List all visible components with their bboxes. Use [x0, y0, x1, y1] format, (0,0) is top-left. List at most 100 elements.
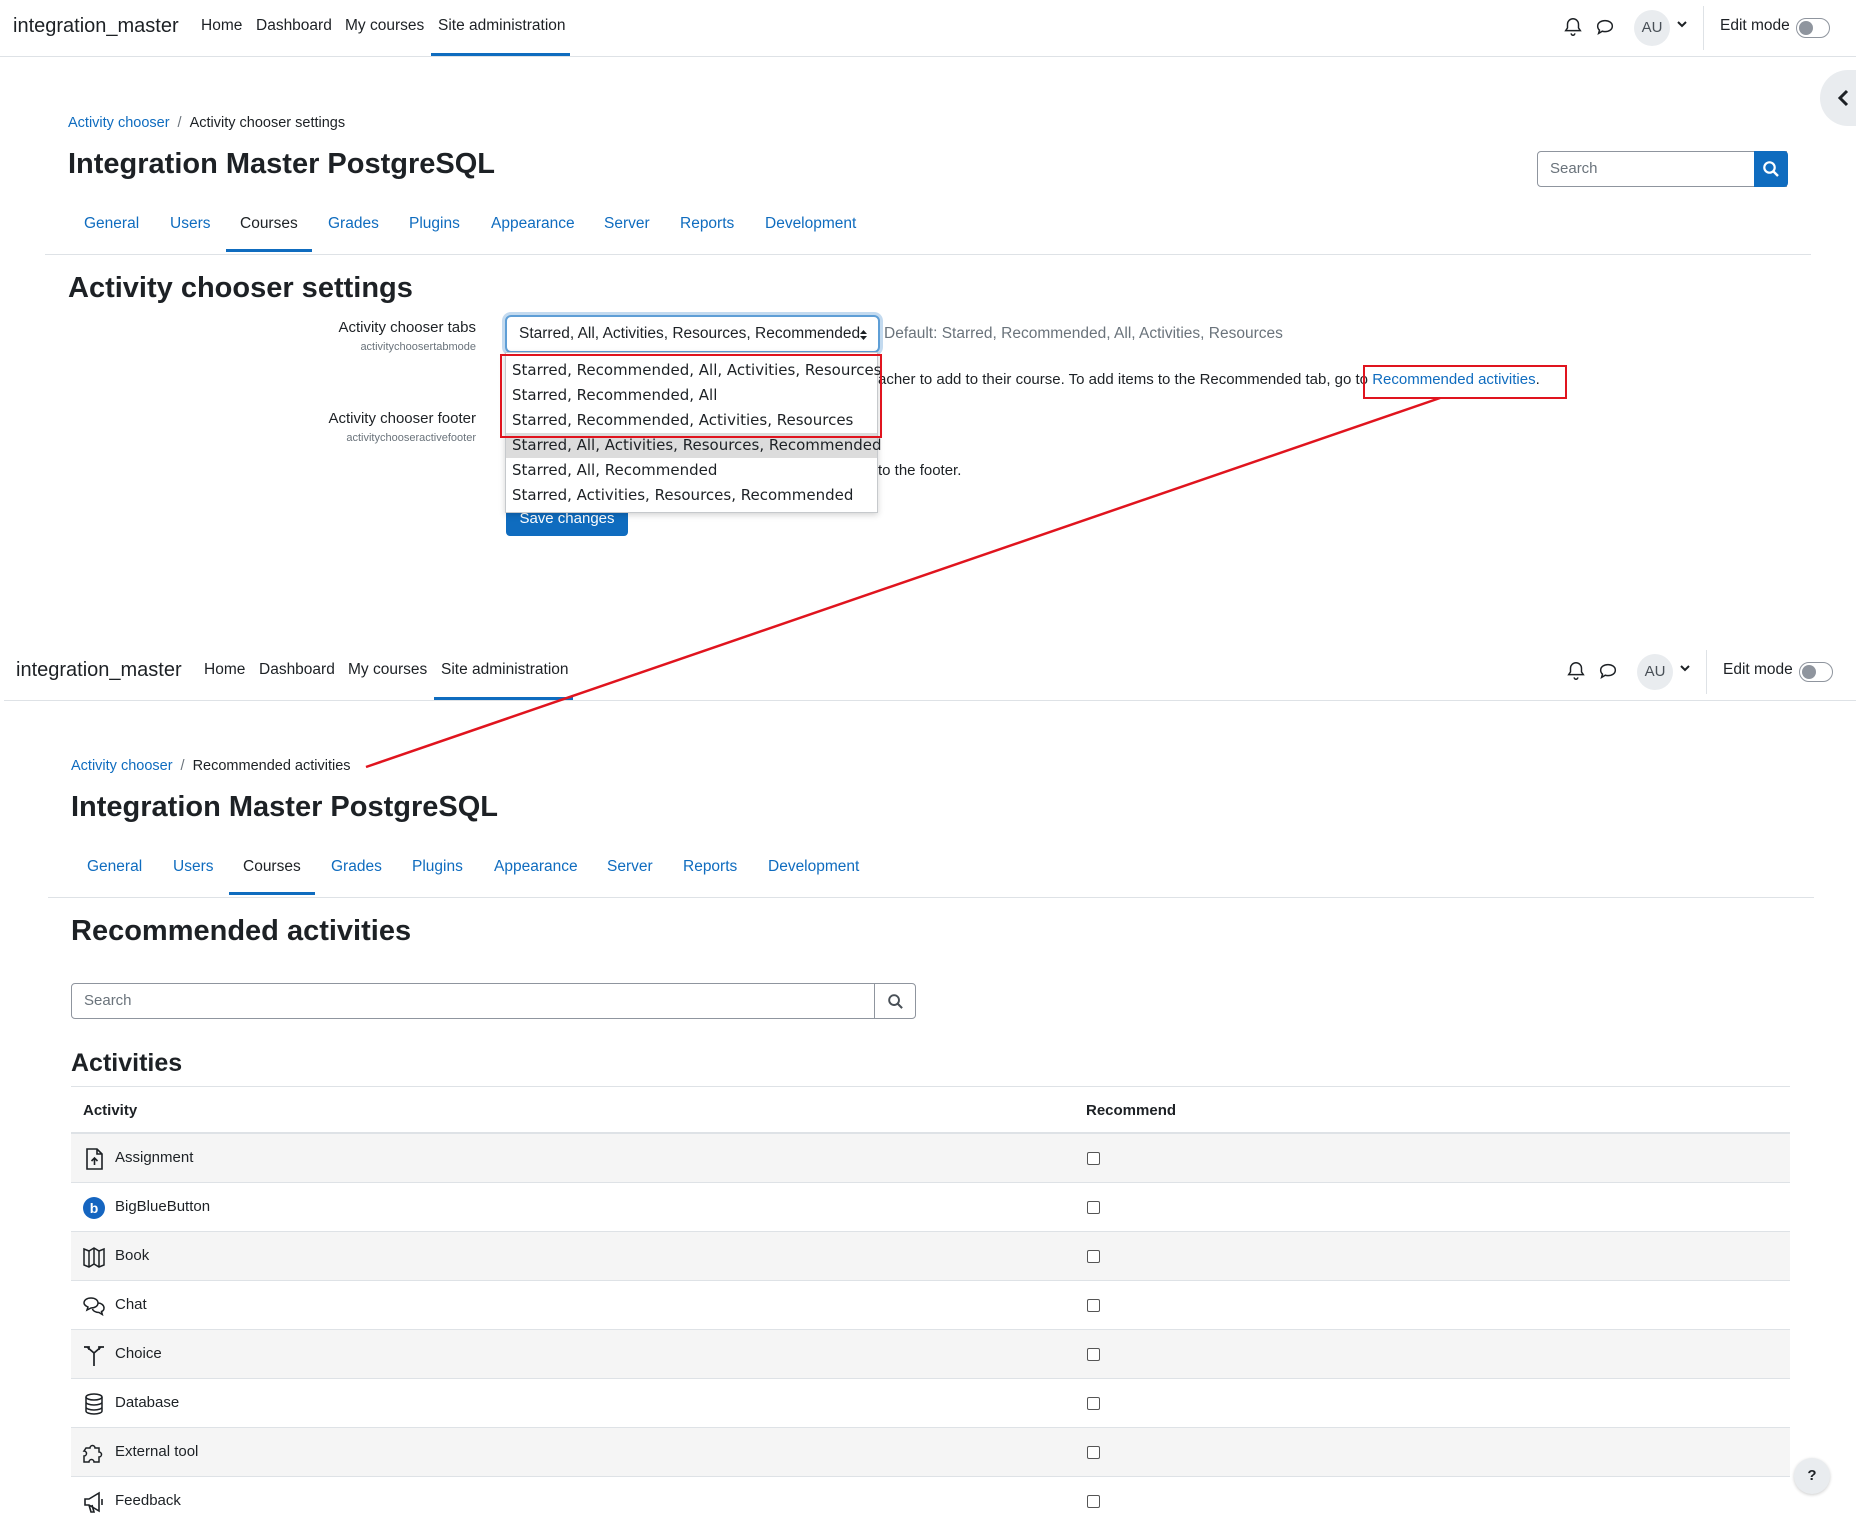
annotation-box-options: [500, 354, 882, 438]
choice-icon: [84, 1346, 104, 1366]
navbar-divider: [1706, 650, 1707, 694]
tab-reports[interactable]: Reports: [680, 215, 734, 233]
activity-name: Choice: [115, 1345, 162, 1362]
search-icon: [1763, 161, 1779, 177]
tab-development[interactable]: Development: [768, 858, 859, 876]
recommend-checkbox[interactable]: [1087, 1495, 1100, 1508]
nav-home[interactable]: Home: [204, 661, 245, 679]
tab-appearance[interactable]: Appearance: [494, 858, 578, 876]
table-row: External tool: [71, 1428, 1790, 1477]
bigbluebutton-icon: b: [83, 1197, 105, 1219]
activity-chooser-tabs-select[interactable]: Starred, All, Activities, Resources, Rec…: [505, 315, 880, 353]
setting-footer-key: activitychooseractivefooter: [346, 432, 476, 444]
recommend-checkbox[interactable]: [1087, 1201, 1100, 1214]
toggle-knob: [1802, 665, 1816, 679]
tab-grades[interactable]: Grades: [328, 215, 379, 233]
site-title: Integration Master PostgreSQL: [71, 791, 499, 823]
select-updown-arrow-icon: [860, 330, 867, 340]
activity-name: Database: [115, 1394, 180, 1411]
select-current-value: Starred, All, Activities, Resources, Rec…: [519, 325, 861, 342]
recommend-checkbox[interactable]: [1087, 1348, 1100, 1361]
nav-my-courses[interactable]: My courses: [348, 661, 427, 679]
database-icon: [85, 1393, 103, 1415]
tab-general[interactable]: General: [87, 858, 142, 876]
breadcrumb-activity-chooser[interactable]: Activity chooser: [71, 758, 173, 774]
activity-name: External tool: [115, 1443, 199, 1460]
table-row: Assignment: [71, 1134, 1790, 1183]
edit-mode-toggle[interactable]: [1799, 662, 1833, 682]
section-title: Activity chooser settings: [68, 272, 413, 304]
tabs-divider: [48, 897, 1814, 898]
tab-plugins[interactable]: Plugins: [409, 215, 460, 233]
activity-name: Feedback: [115, 1492, 181, 1509]
recommended-search-button[interactable]: [874, 983, 916, 1019]
admin-search-input[interactable]: Search: [1537, 151, 1787, 187]
breadcrumb-divider: /: [177, 115, 182, 131]
brand-name[interactable]: integration_master: [16, 659, 182, 682]
toggle-knob: [1799, 21, 1813, 35]
tab-users[interactable]: Users: [173, 858, 213, 876]
breadcrumb: Activity chooser / Recommended activities: [71, 758, 351, 774]
breadcrumb-current: Recommended activities: [192, 758, 351, 774]
admin-search-button[interactable]: [1754, 151, 1788, 187]
breadcrumb-current: Activity chooser settings: [189, 115, 346, 131]
breadcrumb: Activity chooser / Activity chooser settin…: [68, 115, 345, 131]
screenshot-composite: integration_master Home Dashboard My cou…: [0, 0, 1856, 1540]
user-avatar[interactable]: AU: [1637, 654, 1673, 690]
nav-home[interactable]: Home: [201, 17, 242, 35]
svg-text:b: b: [90, 1200, 99, 1216]
messages-icon[interactable]: [1594, 16, 1616, 38]
tab-plugins[interactable]: Plugins: [412, 858, 463, 876]
tab-server[interactable]: Server: [607, 858, 653, 876]
tab-active-indicator: [229, 892, 315, 895]
nav-site-administration[interactable]: Site administration: [438, 17, 566, 35]
drawer-toggle[interactable]: [1820, 70, 1856, 126]
tab-users[interactable]: Users: [170, 215, 210, 233]
tab-active-indicator: [226, 249, 312, 252]
user-avatar[interactable]: AU: [1634, 10, 1670, 46]
tab-general[interactable]: General: [84, 215, 139, 233]
brand-name[interactable]: integration_master: [13, 15, 179, 38]
tab-development[interactable]: Development: [765, 215, 856, 233]
recommend-checkbox[interactable]: [1087, 1397, 1100, 1410]
recommend-checkbox[interactable]: [1087, 1250, 1100, 1263]
chevron-down-icon[interactable]: [1676, 18, 1688, 30]
activity-name: Assignment: [115, 1149, 194, 1166]
save-changes-button[interactable]: Save changes: [506, 510, 628, 536]
tab-server[interactable]: Server: [604, 215, 650, 233]
notification-bell-icon[interactable]: [1562, 16, 1584, 38]
admin-tabs: General Users Courses Grades Plugins App…: [3, 858, 1856, 900]
dropdown-option[interactable]: Starred, All, Recommended: [506, 458, 877, 483]
tab-grades[interactable]: Grades: [331, 858, 382, 876]
tab-courses[interactable]: Courses: [240, 215, 298, 233]
tab-appearance[interactable]: Appearance: [491, 215, 575, 233]
navbar-divider: [1703, 6, 1704, 50]
nav-dashboard[interactable]: Dashboard: [259, 661, 335, 679]
recommend-checkbox[interactable]: [1087, 1152, 1100, 1165]
recommend-checkbox[interactable]: [1087, 1446, 1100, 1459]
table-row: Database: [71, 1379, 1790, 1428]
setting-footer-description: to the footer.: [878, 462, 962, 479]
section-title: Recommended activities: [71, 915, 412, 947]
notification-bell-icon[interactable]: [1565, 660, 1587, 682]
admin-tabs: General Users Courses Grades Plugins App…: [0, 215, 1856, 257]
messages-icon[interactable]: [1597, 660, 1619, 682]
activity-name: Chat: [115, 1296, 147, 1313]
chevron-down-icon[interactable]: [1679, 662, 1691, 674]
edit-mode-toggle[interactable]: [1796, 18, 1830, 38]
table-row: Feedback: [71, 1477, 1790, 1526]
recommend-checkbox[interactable]: [1087, 1299, 1100, 1312]
tab-reports[interactable]: Reports: [683, 858, 737, 876]
help-button[interactable]: ?: [1794, 1458, 1830, 1494]
column-header-activity: Activity: [83, 1102, 138, 1119]
puzzle-icon: [82, 1444, 103, 1463]
dropdown-option[interactable]: Starred, Activities, Resources, Recommen…: [506, 483, 877, 508]
setting-tabs-key: activitychoosertabmode: [360, 341, 476, 353]
assignment-icon: [86, 1148, 103, 1170]
nav-site-administration[interactable]: Site administration: [441, 661, 569, 679]
nav-dashboard[interactable]: Dashboard: [256, 17, 332, 35]
nav-my-courses[interactable]: My courses: [345, 17, 424, 35]
breadcrumb-activity-chooser[interactable]: Activity chooser: [68, 115, 170, 131]
tab-courses[interactable]: Courses: [243, 858, 301, 876]
recommended-search-input[interactable]: Search: [71, 983, 875, 1019]
